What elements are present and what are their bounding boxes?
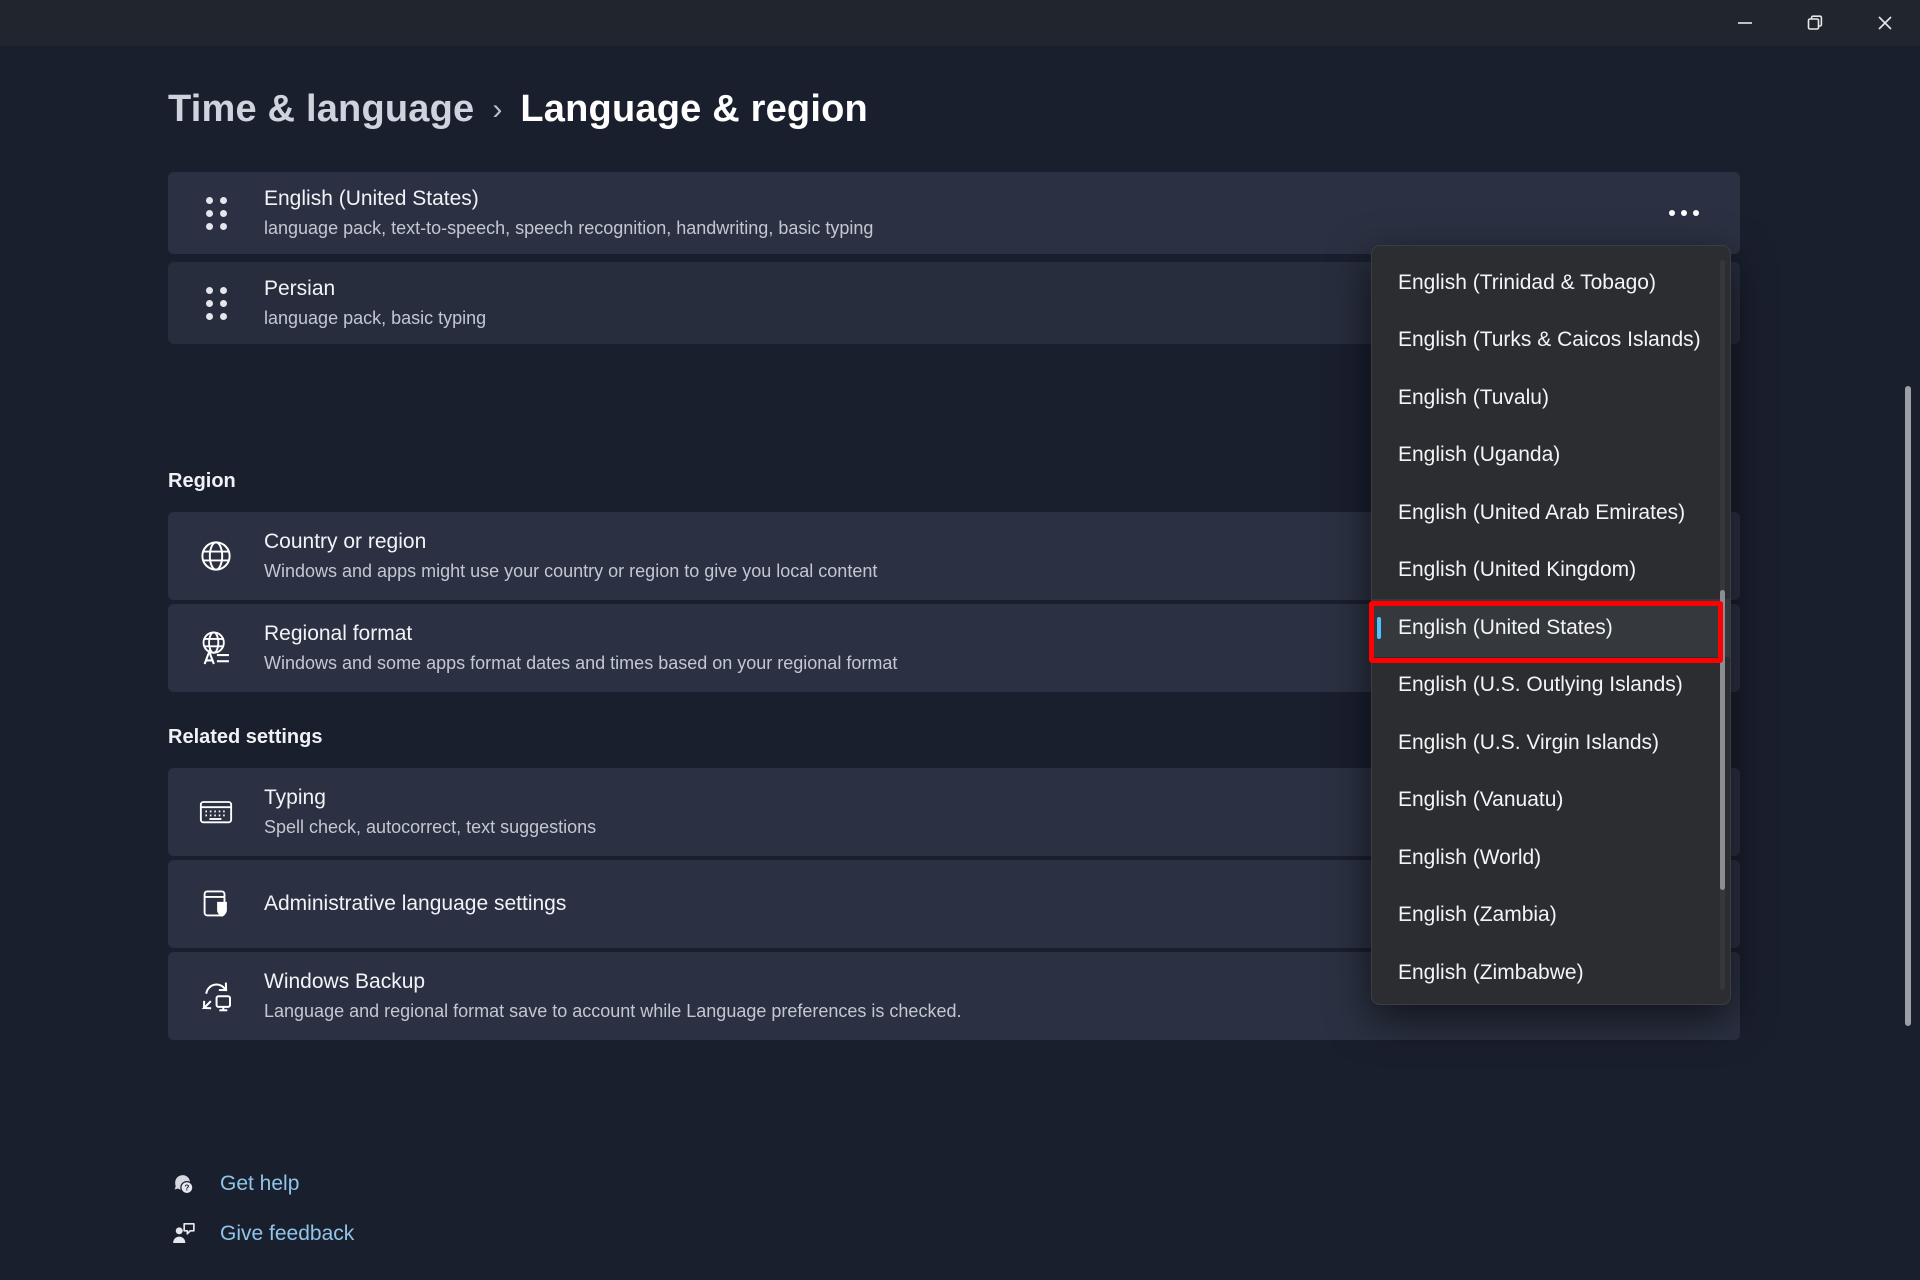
title-bar — [0, 0, 1920, 46]
get-help-label: Get help — [220, 1172, 299, 1196]
language-option[interactable]: English (Uganda) — [1372, 427, 1730, 485]
breadcrumb-separator-icon: › — [490, 93, 504, 127]
language-option-label: English (Uganda) — [1398, 443, 1560, 467]
drag-handle-icon[interactable] — [168, 197, 264, 230]
drag-handle-icon[interactable] — [168, 287, 264, 320]
close-button[interactable] — [1850, 0, 1920, 46]
language-option-label: English (Zambia) — [1398, 903, 1557, 927]
section-heading-related-settings: Related settings — [168, 726, 322, 749]
give-feedback-link[interactable]: Give feedback — [168, 1220, 354, 1247]
language-features: language pack, text-to-speech, speech re… — [264, 217, 1656, 240]
minimize-icon — [1734, 12, 1756, 34]
shield-window-icon — [168, 885, 264, 923]
dropdown-scrollbar[interactable] — [1720, 260, 1725, 990]
language-dropdown-list: English (Trinidad & Tobago) English (Turk… — [1372, 254, 1730, 1002]
page-title: Language & region — [520, 88, 868, 131]
language-option-label: English (Zimbabwe) — [1398, 961, 1584, 985]
breadcrumb-parent[interactable]: Time & language — [168, 88, 474, 131]
give-feedback-label: Give feedback — [220, 1222, 354, 1246]
language-option[interactable]: English (World) — [1372, 829, 1730, 887]
language-option-label: English (Vanuatu) — [1398, 788, 1563, 812]
restore-button[interactable] — [1780, 0, 1850, 46]
language-option-label: English (Turks & Caicos Islands) — [1398, 328, 1701, 352]
minimize-button[interactable] — [1710, 0, 1780, 46]
language-option-label: English (United States) — [1398, 616, 1613, 640]
language-option-label: English (U.S. Virgin Islands) — [1398, 731, 1659, 755]
language-name: English (United States) — [264, 186, 1656, 212]
page-scrollbar[interactable] — [1905, 106, 1911, 1266]
keyboard-icon — [168, 792, 264, 832]
language-option[interactable]: English (United States) — [1372, 599, 1730, 657]
language-option-label: English (World) — [1398, 846, 1541, 870]
close-icon — [1874, 12, 1896, 34]
page-scrollbar-thumb[interactable] — [1905, 386, 1911, 1026]
breadcrumb: Time & language › Language & region — [168, 88, 868, 131]
language-option[interactable]: English (United Arab Emirates) — [1372, 484, 1730, 542]
language-dropdown-menu[interactable]: English (Trinidad & Tobago) English (Turk… — [1371, 245, 1731, 1005]
help-icon: ? — [168, 1170, 198, 1197]
language-option-label: English (United Arab Emirates) — [1398, 501, 1685, 525]
globe-icon — [168, 537, 264, 575]
language-option[interactable]: English (U.S. Virgin Islands) — [1372, 714, 1730, 772]
backup-sync-icon — [168, 976, 264, 1016]
language-option[interactable]: English (Tuvalu) — [1372, 369, 1730, 427]
language-option-label: English (United Kingdom) — [1398, 558, 1636, 582]
language-row-english-united-states[interactable]: English (United States) language pack, t… — [168, 172, 1740, 254]
language-more-button[interactable] — [1656, 191, 1712, 235]
svg-text:?: ? — [184, 1183, 189, 1193]
restore-icon — [1804, 12, 1826, 34]
settings-window: Time & language › Language & region Engl… — [0, 0, 1920, 1280]
language-option-label: English (Trinidad & Tobago) — [1398, 271, 1656, 295]
language-option[interactable]: English (Zimbabwe) — [1372, 944, 1730, 1002]
dropdown-scrollbar-thumb[interactable] — [1720, 590, 1725, 890]
feedback-icon — [168, 1220, 198, 1247]
language-info: English (United States) language pack, t… — [264, 186, 1656, 241]
language-option[interactable]: English (Turks & Caicos Islands) — [1372, 312, 1730, 370]
language-option[interactable]: English (U.S. Outlying Islands) — [1372, 657, 1730, 715]
get-help-link[interactable]: ? Get help — [168, 1170, 299, 1197]
language-option[interactable]: English (United Kingdom) — [1372, 542, 1730, 600]
language-option[interactable]: English (Zambia) — [1372, 887, 1730, 945]
section-heading-region: Region — [168, 470, 236, 493]
language-option-label: English (U.S. Outlying Islands) — [1398, 673, 1683, 697]
language-option[interactable]: English (Vanuatu) — [1372, 772, 1730, 830]
language-option-label: English (Tuvalu) — [1398, 386, 1549, 410]
ellipsis-icon — [1656, 191, 1712, 235]
globe-translate-icon — [168, 628, 264, 668]
language-option[interactable]: English (Trinidad & Tobago) — [1372, 254, 1730, 312]
